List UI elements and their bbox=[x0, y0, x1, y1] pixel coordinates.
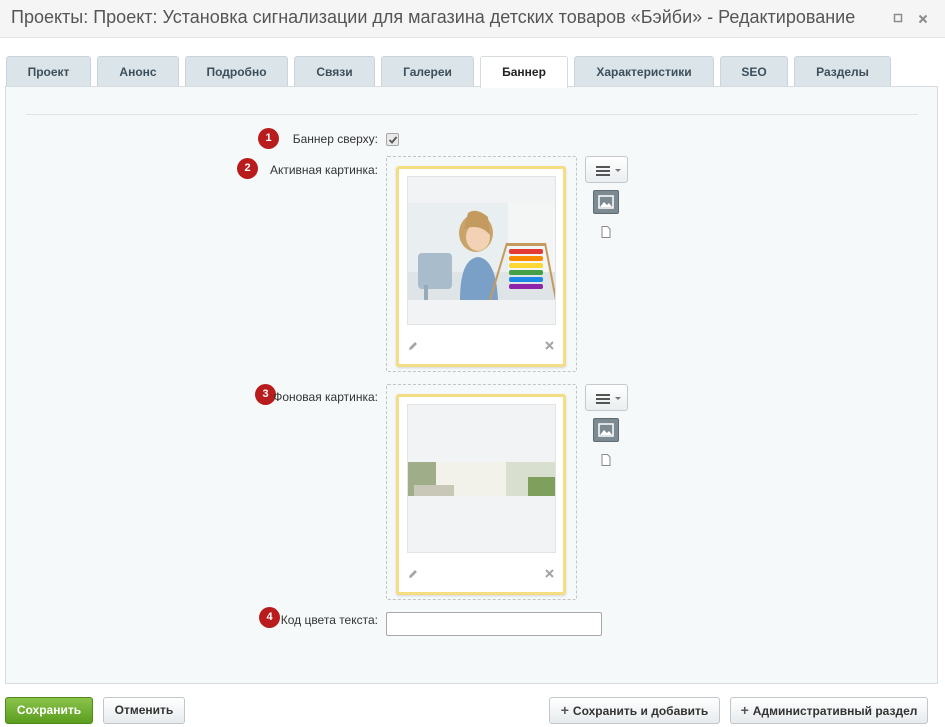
save-button[interactable]: Сохранить bbox=[5, 697, 93, 724]
tab-galleries[interactable]: Галереи bbox=[381, 56, 474, 87]
close-icon bbox=[918, 14, 928, 24]
active-image-menu-button[interactable] bbox=[585, 156, 628, 183]
image-icon bbox=[598, 195, 614, 209]
background-image-preview[interactable] bbox=[407, 404, 556, 553]
square-icon bbox=[893, 13, 903, 23]
delete-icon[interactable] bbox=[544, 568, 555, 581]
active-image-label: Активная картинка: bbox=[269, 163, 378, 177]
pencil-icon[interactable] bbox=[407, 340, 419, 354]
plus-icon: + bbox=[740, 702, 749, 718]
cancel-button[interactable]: Отменить bbox=[103, 697, 185, 724]
tab-seo[interactable]: SEO bbox=[720, 56, 788, 87]
tab-project[interactable]: Проект bbox=[6, 56, 91, 87]
background-image-file-icon[interactable] bbox=[601, 453, 611, 466]
background-image-label: Фоновая картинка: bbox=[273, 390, 378, 404]
edit-icon bbox=[409, 570, 417, 578]
banner-top-checkbox[interactable] bbox=[386, 133, 399, 146]
tab-announce[interactable]: Анонс bbox=[97, 56, 179, 87]
background-image-insert-button[interactable] bbox=[593, 418, 619, 442]
edit-icon bbox=[409, 342, 417, 350]
active-image-insert-button[interactable] bbox=[593, 190, 619, 214]
window-titlebar: Проекты: Проект: Установка сигнализации … bbox=[0, 0, 945, 38]
plus-icon: + bbox=[560, 702, 569, 718]
save-and-add-label: Сохранить и добавить bbox=[572, 704, 709, 718]
photo-of-girl-with-abacus-icon bbox=[408, 177, 555, 324]
pencil-icon[interactable] bbox=[407, 568, 419, 582]
save-and-add-button[interactable]: + Сохранить и добавить bbox=[549, 697, 720, 724]
background-image-menu-button[interactable] bbox=[585, 384, 628, 411]
file-icon bbox=[601, 226, 611, 238]
admin-section-button[interactable]: + Административный раздел bbox=[730, 697, 928, 724]
close-icon bbox=[545, 341, 554, 350]
checkmark-icon bbox=[388, 136, 398, 144]
maximize-icon[interactable] bbox=[891, 12, 905, 26]
hamburger-menu-icon bbox=[596, 166, 621, 176]
active-image-frame bbox=[396, 166, 566, 367]
hamburger-menu-icon bbox=[596, 394, 621, 404]
admin-section-label: Административный раздел bbox=[752, 704, 918, 718]
close-icon bbox=[545, 569, 554, 578]
background-image-frame bbox=[396, 394, 566, 595]
divider bbox=[26, 114, 918, 115]
tab-banner[interactable]: Баннер bbox=[480, 56, 568, 88]
text-color-label: Код цвета текста: bbox=[280, 613, 378, 627]
window-title: Проекты: Проект: Установка сигнализации … bbox=[11, 7, 856, 27]
active-image-file-icon[interactable] bbox=[601, 225, 611, 238]
tab-details[interactable]: Подробно bbox=[185, 56, 288, 87]
image-icon bbox=[598, 423, 614, 437]
text-color-input[interactable] bbox=[386, 612, 602, 636]
tab-characteristics[interactable]: Характеристики bbox=[574, 56, 714, 87]
tab-bar: Проект Анонс Подробно Связи Галереи Банн… bbox=[0, 56, 945, 88]
tab-sections[interactable]: Разделы bbox=[794, 56, 891, 87]
banner-top-label: Баннер сверху: bbox=[292, 132, 378, 146]
file-icon bbox=[601, 454, 611, 466]
tab-links[interactable]: Связи bbox=[294, 56, 375, 87]
delete-icon[interactable] bbox=[544, 340, 555, 353]
active-image-preview[interactable] bbox=[407, 176, 556, 325]
close-window-button[interactable] bbox=[916, 12, 930, 26]
photo-of-interior-strip-icon bbox=[408, 405, 555, 552]
